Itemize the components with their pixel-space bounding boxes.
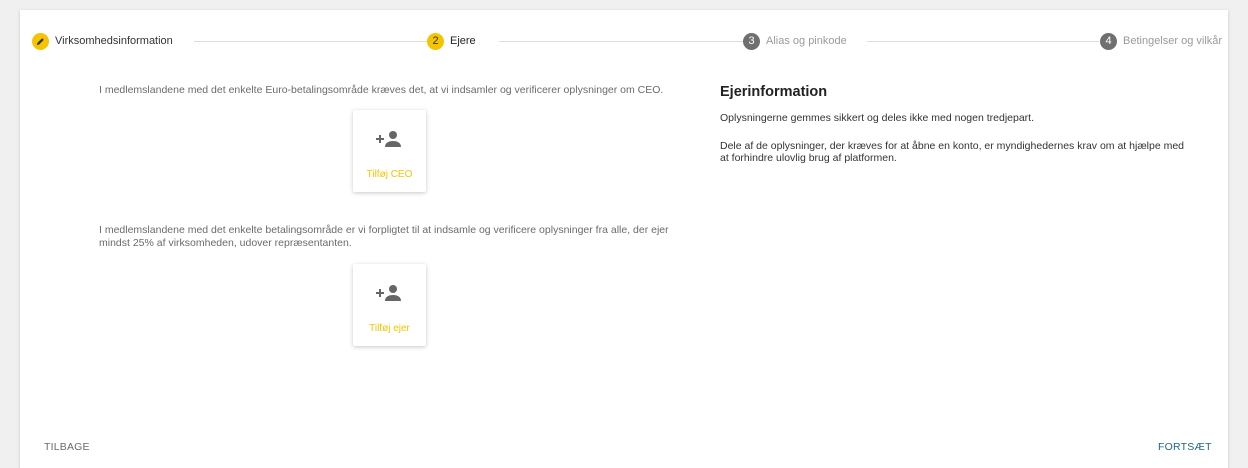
step-number: 4 [1100,32,1117,50]
step-ejere[interactable]: 2 Ejere [427,32,476,50]
onboarding-panel: Virksomhedsinformation 2 Ejere 3 Alias o… [20,10,1228,468]
stepper: Virksomhedsinformation 2 Ejere 3 Alias o… [32,29,1223,53]
add-person-icon [375,284,403,302]
ceo-intro-text: I medlemslandene med det enkelte Euro-be… [99,84,664,96]
info-title: Ejerinformation [720,84,828,100]
continue-button[interactable]: FORTSÆT [1158,441,1212,453]
add-person-icon [375,130,403,148]
step-betingelser-og-vilkar[interactable]: 4 Betingelser og vilkår [1100,32,1223,50]
step-number: 3 [743,32,760,50]
step-label: Betingelser og vilkår [1123,35,1223,47]
add-ceo-button[interactable]: Tilføj CEO [353,110,426,192]
back-button[interactable]: TILBAGE [44,441,90,453]
step-label: Alias og pinkode [766,35,847,47]
add-owner-label: Tilføj ejer [369,323,410,334]
step-alias-og-pinkode[interactable]: 3 Alias og pinkode [743,32,847,50]
stepper-line-2 [499,41,744,42]
step-virksomhedsinformation[interactable]: Virksomhedsinformation [32,32,173,50]
add-ceo-label: Tilføj CEO [366,169,413,180]
pencil-icon [32,32,49,50]
step-label: Virksomhedsinformation [55,35,173,47]
stepper-line-3 [867,41,1099,42]
add-owner-button[interactable]: Tilføj ejer [353,264,426,346]
stepper-line-1 [194,41,436,42]
info-paragraph-2: Dele af de oplysninger, der kræves for a… [720,140,1185,164]
info-paragraph-1: Oplysningerne gemmes sikkert og deles ik… [720,112,1034,124]
step-label: Ejere [450,35,476,47]
owner-intro-text: I medlemslandene med det enkelte betalin… [99,224,669,249]
step-number: 2 [427,32,444,50]
